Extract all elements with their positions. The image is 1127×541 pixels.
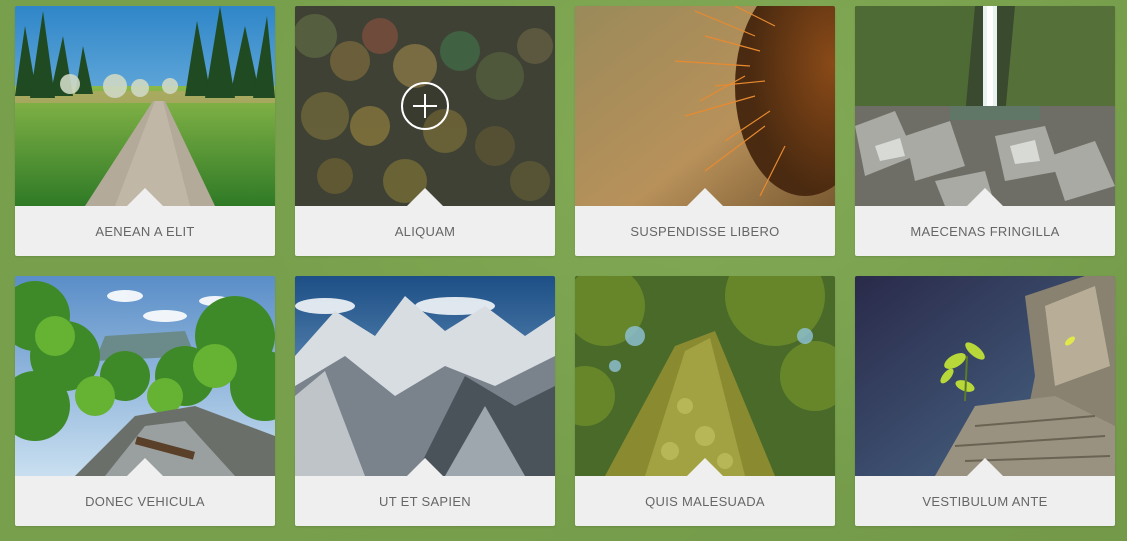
gallery-card[interactable]: AENEAN A ELIT xyxy=(15,6,275,256)
card-caption: AENEAN A ELIT xyxy=(15,206,275,256)
forest-path-photo xyxy=(15,6,275,206)
card-caption: VESTIBULUM ANTE xyxy=(855,476,1115,526)
card-caption: ALIQUAM xyxy=(295,206,555,256)
card-title: VESTIBULUM ANTE xyxy=(922,493,1048,509)
caption-pointer xyxy=(687,188,723,206)
gallery-card[interactable]: QUIS MALESUADA xyxy=(575,276,835,526)
caption-pointer xyxy=(407,188,443,206)
gallery-card[interactable]: VESTIBULUM ANTE xyxy=(855,276,1115,526)
card-caption: QUIS MALESUADA xyxy=(575,476,835,526)
sprout-on-wood-photo xyxy=(855,276,1115,476)
card-title: DONEC VEHICULA xyxy=(85,493,205,509)
gallery-card[interactable]: DONEC VEHICULA xyxy=(15,276,275,526)
caption-pointer xyxy=(127,188,163,206)
card-title: ALIQUAM xyxy=(394,223,456,239)
gallery-card[interactable]: UT ET SAPIEN xyxy=(295,276,555,526)
caption-pointer xyxy=(687,458,723,476)
caption-pointer xyxy=(407,458,443,476)
cactus-spines-photo xyxy=(575,6,835,206)
gallery-card[interactable]: SUSPENDISSE LIBERO xyxy=(575,6,835,256)
card-caption: SUSPENDISSE LIBERO xyxy=(575,206,835,256)
caption-pointer xyxy=(967,458,1003,476)
gallery-card[interactable]: MAECENAS FRINGILLA xyxy=(855,6,1115,256)
card-title: SUSPENDISSE LIBERO xyxy=(630,223,780,239)
caption-pointer xyxy=(967,188,1003,206)
mossy-tree-trunk-photo xyxy=(575,276,835,476)
card-caption: DONEC VEHICULA xyxy=(15,476,275,526)
card-title: AENEAN A ELIT xyxy=(95,223,195,239)
gallery-grid: AENEAN A ELIT ALIQUAM SUSPENDISSE LIBERO… xyxy=(15,6,1115,526)
card-title: QUIS MALESUADA xyxy=(645,493,765,509)
card-caption: UT ET SAPIEN xyxy=(295,476,555,526)
snowy-mountains-photo xyxy=(295,276,555,476)
card-title: MAECENAS FRINGILLA xyxy=(910,223,1060,239)
waterfall-rocks-photo xyxy=(855,6,1115,206)
caption-pointer xyxy=(127,458,163,476)
card-caption: MAECENAS FRINGILLA xyxy=(855,206,1115,256)
gallery-card-hovered[interactable]: ALIQUAM xyxy=(295,6,555,256)
plus-icon[interactable] xyxy=(400,81,450,131)
card-title: UT ET SAPIEN xyxy=(379,493,471,509)
green-valley-stream-photo xyxy=(15,276,275,476)
